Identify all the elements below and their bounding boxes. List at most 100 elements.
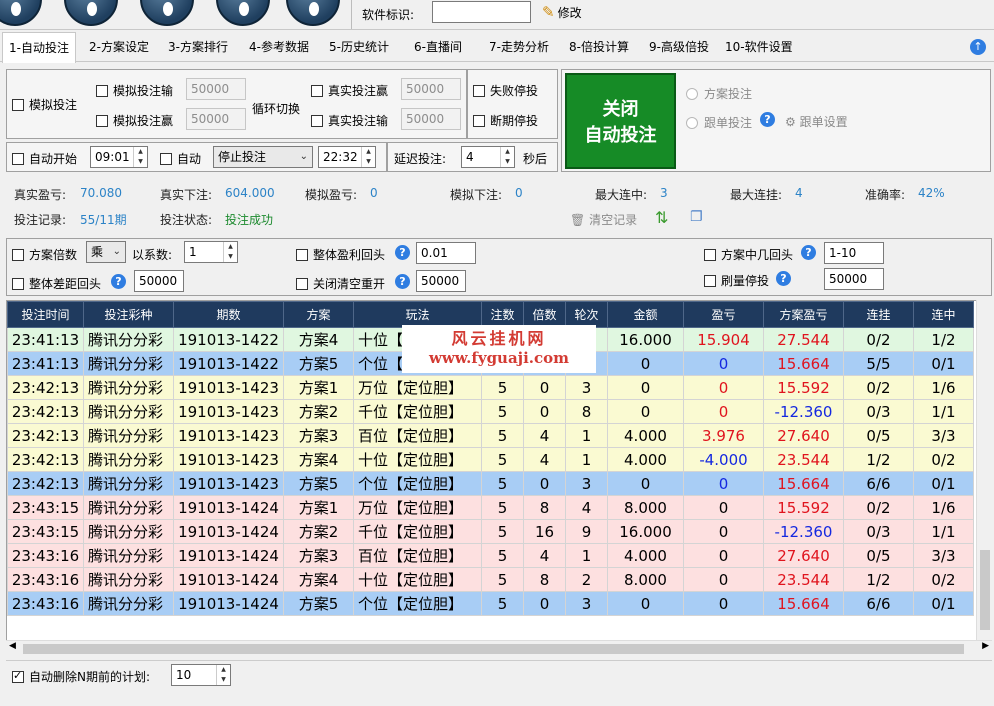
vertical-scrollbar[interactable]: [976, 300, 992, 640]
auto-start-label: 自动开始: [29, 152, 78, 166]
column-header[interactable]: 方案盈亏: [763, 301, 844, 328]
column-header[interactable]: 轮次: [565, 301, 608, 328]
total-diff-input[interactable]: 50000: [134, 270, 184, 292]
table-cell: 方案2: [283, 519, 354, 544]
column-header[interactable]: 倍数: [523, 301, 566, 328]
close-clear-checkbox[interactable]: 关闭清空重开: [296, 275, 385, 292]
table-row[interactable]: 23:42:13 腾讯分分彩 191013-1423 方案3 百位【定位胆】 5 4 1 4.0…: [7, 423, 974, 448]
column-header[interactable]: 金额: [607, 301, 684, 328]
refresh-stop-checkbox[interactable]: 刷量停投: [704, 272, 769, 289]
total-diff-back-checkbox[interactable]: 整体差距回头: [12, 275, 101, 292]
column-header[interactable]: 方案: [283, 301, 354, 328]
total-profit-back-checkbox[interactable]: 整体盈利回头: [296, 246, 385, 263]
sim-win-checkbox[interactable]: 模拟投注赢: [96, 112, 173, 129]
tab-trend-analysis[interactable]: 7-走势分析: [483, 32, 555, 62]
horizontal-scrollbar[interactable]: ◀ ▶: [6, 640, 992, 656]
column-header[interactable]: 投注彩种: [83, 301, 174, 328]
total-profit-input[interactable]: 0.01: [416, 242, 476, 264]
tab-live-room[interactable]: 6-直播间: [408, 32, 468, 62]
table-row[interactable]: 23:43:16 腾讯分分彩 191013-1424 方案3 百位【定位胆】 5 4 1 4.0…: [7, 543, 974, 568]
tab-auto-bet[interactable]: 1-自动投注: [2, 32, 76, 63]
column-header[interactable]: 注数: [481, 301, 524, 328]
sim-bet-label: 模拟下注:: [450, 188, 503, 202]
table-cell: 4.000: [607, 423, 684, 448]
windows-icon[interactable]: ❐: [690, 209, 703, 225]
start-time-input[interactable]: 09:01 ▲ ▼: [90, 146, 148, 168]
auto-start-checkbox[interactable]: 自动开始: [12, 150, 77, 167]
table-row[interactable]: 23:42:13 腾讯分分彩 191013-1423 方案1 万位【定位胆】 5 0 3 0 0 1…: [7, 375, 974, 400]
stop-time-input[interactable]: 22:32 ▲ ▼: [318, 146, 376, 168]
tab-history-stats[interactable]: 5-历史统计: [323, 32, 395, 62]
multiplier-checkbox[interactable]: 方案倍数: [12, 246, 77, 263]
column-header[interactable]: 玩法: [353, 301, 482, 328]
sort-arrows-icon[interactable]: ⇅: [655, 208, 668, 227]
tab-multiplier-calc[interactable]: 8-倍投计算: [563, 32, 635, 62]
fail-stop-checkbox[interactable]: 失败停投: [473, 82, 538, 99]
tab-reference-data[interactable]: 4-参考数据: [243, 32, 315, 62]
break-stop-checkbox[interactable]: 断期停投: [473, 112, 538, 129]
column-header[interactable]: 投注时间: [7, 301, 84, 328]
help-icon[interactable]: ?: [111, 274, 126, 289]
real-loss-input[interactable]: 50000: [401, 108, 461, 130]
auto-delete-input[interactable]: 10 ▲ ▼: [171, 664, 231, 686]
stop-bet-select[interactable]: 停止投注 ⌄: [213, 146, 313, 168]
edit-button[interactable]: ✎ 修改: [542, 3, 582, 21]
up-arrow-icon[interactable]: ↑: [970, 39, 986, 55]
table-cell: 0: [607, 399, 684, 424]
table-row[interactable]: 23:43:16 腾讯分分彩 191013-1424 方案5 个位【定位胆】 5 0 3 0 0 1…: [7, 591, 974, 616]
sim-loss-checkbox[interactable]: 模拟投注输: [96, 82, 173, 99]
real-win-input[interactable]: 50000: [401, 78, 461, 100]
table-cell: 8.000: [607, 495, 684, 520]
multiplier-select[interactable]: 乘 ⌄: [86, 241, 126, 263]
software-id-input[interactable]: [432, 1, 531, 23]
sim-bet-checkbox[interactable]: 模拟投注: [12, 96, 77, 113]
column-header[interactable]: 期数: [173, 301, 284, 328]
column-header[interactable]: 连中: [913, 301, 974, 328]
column-header[interactable]: 盈亏: [683, 301, 764, 328]
sim-win-input[interactable]: 50000: [186, 108, 246, 130]
auto-delete-checkbox[interactable]: 自动删除N期前的计划:: [12, 668, 150, 685]
scroll-right-icon[interactable]: ▶: [982, 641, 989, 651]
lottery-ball: [286, 0, 340, 26]
real-win-checkbox[interactable]: 真实投注赢: [311, 82, 388, 99]
scheme-back-checkbox[interactable]: 方案中几回头: [704, 246, 793, 263]
tab-scheme-ranking[interactable]: 3-方案排行: [162, 32, 234, 62]
follow-bet-radio[interactable]: 跟单投注: [686, 114, 752, 131]
table-row[interactable]: 23:43:15 腾讯分分彩 191013-1424 方案1 万位【定位胆】 5 8 4 8.0…: [7, 495, 974, 520]
help-icon[interactable]: ?: [776, 271, 791, 286]
tab-advanced-multiplier[interactable]: 9-高级倍投: [643, 32, 715, 62]
close-auto-bet-button[interactable]: 关闭 自动投注: [565, 73, 676, 169]
table-cell: 0/3: [843, 519, 914, 544]
table-cell: 191013-1424: [173, 495, 284, 520]
table-row[interactable]: 23:42:13 腾讯分分彩 191013-1423 方案5 个位【定位胆】 5 0 3 0 0 1…: [7, 471, 974, 496]
scheme-back-input[interactable]: 1-10: [824, 242, 884, 264]
help-icon[interactable]: ?: [801, 245, 816, 260]
table-cell: 0: [523, 591, 566, 616]
table-cell: 0: [683, 567, 764, 592]
close-clear-input[interactable]: 50000: [416, 270, 466, 292]
table-cell: 方案1: [283, 495, 354, 520]
tab-software-settings[interactable]: 10-软件设置: [719, 32, 799, 62]
auto-checkbox[interactable]: 自动: [160, 150, 201, 167]
help-icon[interactable]: ?: [395, 274, 410, 289]
clear-records-button[interactable]: 🗑 清空记录: [570, 211, 637, 228]
table-row[interactable]: 23:43:16 腾讯分分彩 191013-1424 方案4 十位【定位胆】 5 8 2 8.0…: [7, 567, 974, 592]
table-row[interactable]: 23:42:13 腾讯分分彩 191013-1423 方案4 十位【定位胆】 5 4 1 4.0…: [7, 447, 974, 472]
help-icon[interactable]: ?: [395, 245, 410, 260]
tab-scheme-settings[interactable]: 2-方案设定: [83, 32, 155, 62]
column-header[interactable]: 连挂: [843, 301, 914, 328]
real-loss-checkbox[interactable]: 真实投注输: [311, 112, 388, 129]
help-icon[interactable]: ?: [760, 112, 775, 127]
scheme-bet-radio[interactable]: 方案投注: [686, 85, 752, 102]
scroll-left-icon[interactable]: ◀: [9, 641, 16, 651]
follow-settings-button[interactable]: ⚙ 跟单设置: [785, 113, 848, 130]
delay-input[interactable]: 4 ▲ ▼: [461, 146, 515, 168]
table-row[interactable]: 23:42:13 腾讯分分彩 191013-1423 方案2 千位【定位胆】 5 0 8 0 0-…: [7, 399, 974, 424]
coef-input[interactable]: 1 ▲ ▼: [184, 241, 238, 263]
table-cell: 万位【定位胆】: [353, 375, 482, 400]
software-id-label: 软件标识:: [362, 8, 415, 22]
record-value: 55/11期: [80, 213, 127, 227]
table-row[interactable]: 23:43:15 腾讯分分彩 191013-1424 方案2 千位【定位胆】 5 16 9 16…: [7, 519, 974, 544]
refresh-stop-input[interactable]: 50000: [824, 268, 884, 290]
sim-loss-input[interactable]: 50000: [186, 78, 246, 100]
